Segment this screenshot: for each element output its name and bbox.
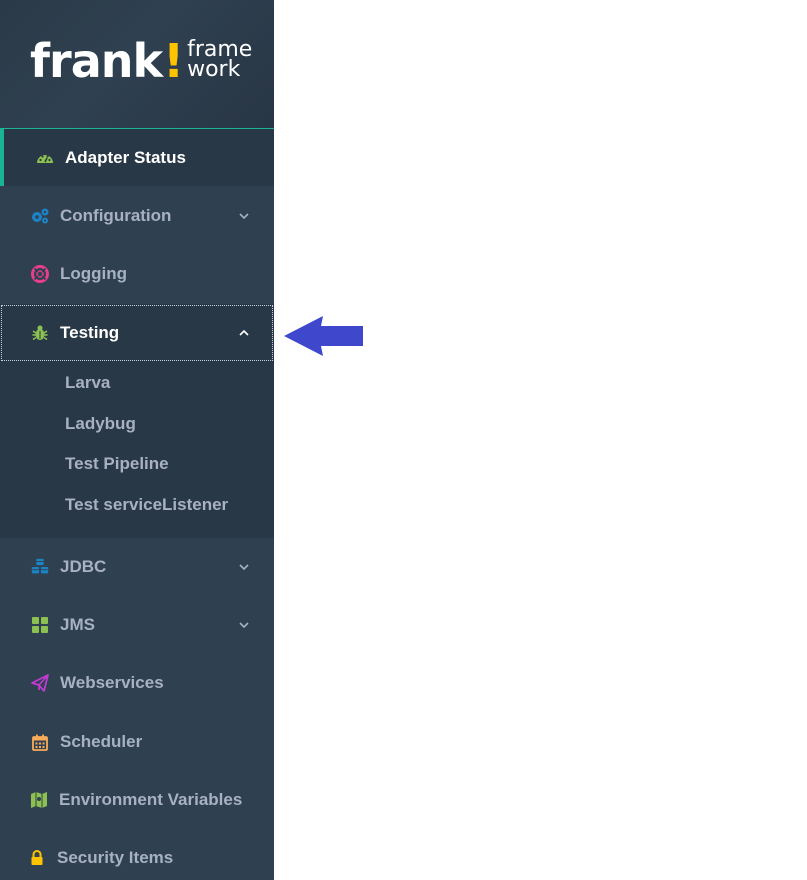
paper-plane-icon xyxy=(30,673,50,693)
logo-subtext: frame work xyxy=(187,39,252,82)
sidebar-item-webservices[interactable]: Webservices xyxy=(0,654,274,712)
lock-icon xyxy=(27,848,47,868)
chevron-down-icon xyxy=(239,564,249,571)
sidebar-item-security-items[interactable]: Security Items xyxy=(0,829,274,880)
logo-text-main: frank xyxy=(30,34,163,88)
map-icon xyxy=(29,790,49,810)
sidebar-item-scheduler[interactable]: Scheduler xyxy=(0,713,274,771)
sidebar-item-label: JMS xyxy=(60,615,95,634)
sidebar-item-label: Logging xyxy=(60,264,128,283)
submenu-item-ladybug[interactable]: Ladybug xyxy=(65,412,136,436)
chevron-down-icon xyxy=(239,622,249,629)
cubes-icon xyxy=(30,557,50,577)
submenu-item-test-servicelistener[interactable]: Test serviceListener xyxy=(65,493,228,517)
sidebar: frank ! frame work Adapter Status Config… xyxy=(0,0,274,880)
frank-framework-logo[interactable]: frank ! frame work xyxy=(30,36,252,86)
sidebar-item-label: Security Items xyxy=(57,848,174,867)
testing-submenu: Larva Ladybug Test Pipeline Test service… xyxy=(0,362,274,538)
bug-icon xyxy=(30,323,50,343)
logo-area: frank ! frame work xyxy=(0,0,274,128)
sidebar-item-label: Environment Variables xyxy=(59,790,243,809)
sidebar-item-adapter-status[interactable]: Adapter Status xyxy=(0,128,274,186)
sidebar-item-logging[interactable]: Logging xyxy=(0,245,274,303)
logo-sub-bottom: work xyxy=(187,57,241,82)
sidebar-item-configuration[interactable]: Configuration xyxy=(0,187,274,245)
dashboard-icon xyxy=(35,148,55,168)
sidebar-item-environment-variables[interactable]: Environment Variables xyxy=(0,771,274,829)
cogs-icon xyxy=(30,206,50,226)
sidebar-item-jms[interactable]: JMS xyxy=(0,596,274,654)
sidebar-item-label: Adapter Status xyxy=(65,147,186,167)
logo-exclamation: ! xyxy=(163,34,185,88)
annotation-arrow-icon xyxy=(284,316,363,356)
submenu-item-larva[interactable]: Larva xyxy=(65,371,110,395)
th-large-icon xyxy=(30,615,50,635)
life-ring-icon xyxy=(30,264,50,284)
sidebar-item-testing[interactable]: Testing xyxy=(0,304,274,362)
chevron-up-icon xyxy=(239,329,249,336)
sidebar-item-label: Webservices xyxy=(60,673,164,692)
chevron-down-icon xyxy=(239,213,249,220)
sidebar-item-label: Testing xyxy=(60,323,120,342)
sidebar-item-label: JDBC xyxy=(60,557,107,576)
sidebar-item-label: Configuration xyxy=(60,206,172,225)
sidebar-item-label: Scheduler xyxy=(60,732,143,751)
sidebar-item-jdbc[interactable]: JDBC xyxy=(0,538,274,596)
calendar-icon xyxy=(30,732,50,752)
submenu-item-test-pipeline[interactable]: Test Pipeline xyxy=(65,452,169,476)
